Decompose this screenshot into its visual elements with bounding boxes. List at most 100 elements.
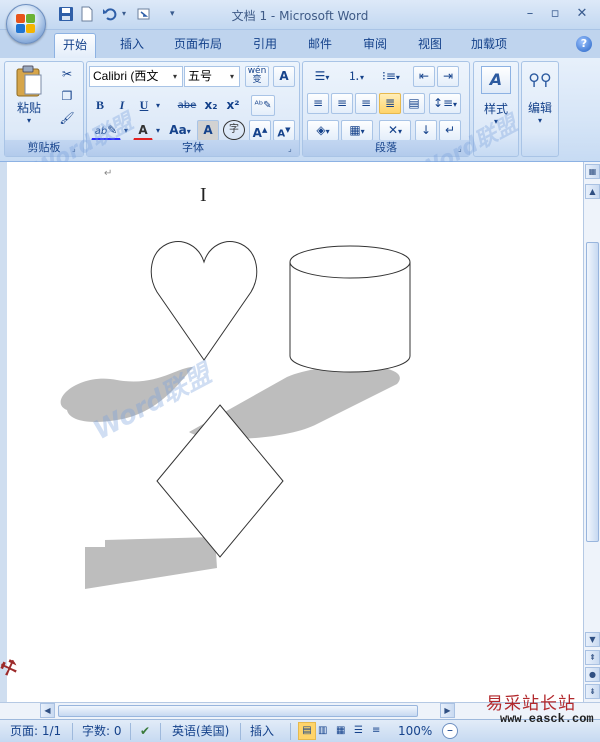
format-painter-icon[interactable]: 🖌 bbox=[57, 108, 77, 129]
scroll-left-icon[interactable]: ◀ bbox=[40, 703, 55, 718]
phonetic-label: wén bbox=[247, 66, 267, 76]
phonetic-guide-button[interactable]: wén 变 bbox=[245, 66, 269, 87]
zoom-level[interactable]: 100% bbox=[398, 720, 432, 742]
increase-indent-icon[interactable]: ⇥ bbox=[437, 66, 459, 87]
title-bar: ▾ ▾ 文档 1 - Microsoft Word – ▫ ✕ bbox=[0, 0, 600, 30]
font-color-button[interactable]: A bbox=[133, 120, 153, 141]
paragraph-launcher-icon[interactable]: ⌟ bbox=[458, 145, 467, 154]
prev-page-icon[interactable]: ⇞ bbox=[585, 650, 600, 665]
styles-icon: A bbox=[481, 66, 511, 94]
char-shading-button[interactable]: A bbox=[197, 120, 219, 141]
numbering-icon[interactable]: ⒈▾ bbox=[341, 66, 371, 87]
close-button[interactable]: ✕ bbox=[572, 5, 592, 23]
outline-icon[interactable]: ☰ bbox=[354, 720, 363, 742]
show-marks-icon[interactable]: ↵ bbox=[439, 120, 461, 141]
align-center-icon[interactable]: ≡ bbox=[331, 93, 353, 114]
language-indicator[interactable]: 英语(美国) bbox=[172, 720, 229, 742]
sort-icon[interactable]: ↓ bbox=[415, 120, 437, 141]
line-spacing-icon[interactable]: ↕≡▾ bbox=[429, 93, 461, 114]
enclose-char-button[interactable]: 字 bbox=[223, 120, 245, 140]
page-count[interactable]: 页面: 1/1 bbox=[10, 720, 61, 742]
office-button[interactable] bbox=[6, 4, 46, 44]
align-left-icon[interactable]: ≡ bbox=[307, 93, 329, 114]
tab-insert[interactable]: 插入 bbox=[112, 33, 152, 58]
font-size-combo[interactable]: 五号 ▾ bbox=[184, 66, 240, 87]
bullets-icon[interactable]: ☰▾ bbox=[307, 66, 337, 87]
print-layout-icon[interactable]: ▤ bbox=[298, 722, 316, 740]
word-count[interactable]: 字数: 0 bbox=[82, 720, 122, 742]
justify-icon[interactable]: ≣ bbox=[379, 93, 401, 114]
proofing-icon[interactable]: ✔ bbox=[140, 720, 150, 742]
next-page-icon[interactable]: ⇟ bbox=[585, 684, 600, 699]
underline-button[interactable]: U bbox=[135, 95, 153, 116]
subscript-button[interactable]: x₂ bbox=[201, 95, 221, 116]
binoculars-icon: ⚲⚲ bbox=[528, 70, 552, 89]
zoom-out-icon[interactable]: – bbox=[442, 723, 458, 739]
select-browse-icon[interactable]: ● bbox=[585, 667, 600, 682]
chinese-layout-icon[interactable]: ✕▾ bbox=[379, 120, 411, 141]
web-layout-icon[interactable]: ▦ bbox=[336, 720, 345, 742]
heart-shape[interactable] bbox=[150, 241, 258, 361]
insert-mode[interactable]: 插入 bbox=[250, 720, 274, 742]
multilevel-list-icon[interactable]: ⁝≡▾ bbox=[375, 66, 407, 87]
tab-view[interactable]: 视图 bbox=[410, 33, 450, 58]
scroll-right-icon[interactable]: ▶ bbox=[440, 703, 455, 718]
superscript-button[interactable]: x² bbox=[223, 95, 243, 116]
scroll-up-icon[interactable]: ▲ bbox=[585, 184, 600, 199]
paragraph-group-label: 段落 bbox=[303, 140, 469, 156]
tab-review[interactable]: 审阅 bbox=[355, 33, 395, 58]
cylinder-shape[interactable] bbox=[289, 245, 411, 373]
diamond-shadow bbox=[85, 537, 217, 589]
scroll-down-icon[interactable]: ▼ bbox=[585, 632, 600, 647]
shrink-font-button[interactable]: A▼ bbox=[273, 120, 295, 141]
font-size-value: 五号 bbox=[188, 69, 213, 83]
change-case-button[interactable]: Aa▾ bbox=[165, 120, 195, 141]
horizontal-scroll-thumb[interactable] bbox=[58, 705, 418, 717]
highlight-dropdown-icon[interactable]: ▾ bbox=[121, 120, 131, 141]
restore-button[interactable]: ▫ bbox=[545, 5, 565, 23]
site-url: www.easck.com bbox=[500, 712, 594, 726]
clipboard-launcher-icon[interactable]: ⌟ bbox=[72, 145, 81, 154]
font-launcher-icon[interactable]: ⌟ bbox=[288, 145, 297, 154]
help-icon[interactable]: ? bbox=[576, 36, 592, 52]
paste-label: 粘贴 bbox=[16, 101, 41, 115]
tab-mailings[interactable]: 邮件 bbox=[300, 33, 340, 58]
clear-format-icon[interactable]: ᴬᵇ✎ bbox=[251, 95, 275, 116]
font-name-combo[interactable]: Calibri (西文 ▾ bbox=[89, 66, 183, 87]
full-screen-reading-icon[interactable]: ▥ bbox=[318, 720, 327, 742]
italic-button[interactable]: I bbox=[113, 95, 131, 116]
editing-label: 编辑 bbox=[527, 101, 552, 115]
strikethrough-button[interactable]: abe bbox=[175, 95, 199, 116]
change-case-label: Aa bbox=[169, 123, 187, 137]
cut-icon[interactable]: ✂ bbox=[57, 64, 77, 85]
paste-button[interactable]: 粘贴 ▾ bbox=[11, 64, 47, 128]
minimize-button[interactable]: – bbox=[520, 5, 540, 23]
char-border-button[interactable]: A bbox=[273, 66, 295, 87]
borders-icon[interactable]: ▦▾ bbox=[341, 120, 373, 141]
tab-page-layout[interactable]: 页面布局 bbox=[166, 33, 230, 58]
font-group: Calibri (西文 ▾ 五号 ▾ wén 变 A B I U ▾ abe x₂… bbox=[86, 61, 300, 157]
tab-home[interactable]: 开始 bbox=[54, 33, 97, 58]
copy-icon[interactable]: ❐ bbox=[57, 86, 77, 107]
highlight-color-button[interactable]: ab✎ bbox=[91, 120, 121, 141]
shading-icon[interactable]: ◈▾ bbox=[307, 120, 339, 141]
decrease-indent-icon[interactable]: ⇤ bbox=[413, 66, 435, 87]
draft-icon[interactable]: ≡ bbox=[372, 720, 380, 742]
bold-button[interactable]: B bbox=[91, 95, 109, 116]
tab-references[interactable]: 引用 bbox=[245, 33, 285, 58]
vertical-scroll-thumb[interactable] bbox=[586, 242, 599, 542]
styles-button[interactable]: A 样式 ▾ bbox=[478, 66, 514, 126]
shapes-layer bbox=[60, 241, 411, 589]
grow-font-button[interactable]: A▲ bbox=[249, 120, 271, 141]
vertical-scrollbar[interactable]: ▦ ▲ ▼ ⇞ ● ⇟ bbox=[583, 162, 600, 702]
align-right-icon[interactable]: ≡ bbox=[355, 93, 377, 114]
ruler-toggle-icon[interactable]: ▦ bbox=[585, 164, 600, 179]
grow-font-label: A bbox=[252, 126, 262, 140]
distributed-icon[interactable]: ▤ bbox=[403, 93, 425, 114]
font-group-label: 字体 bbox=[87, 140, 299, 156]
editing-button[interactable]: ⚲⚲ 编辑 ▾ bbox=[524, 66, 556, 126]
underline-dropdown-icon[interactable]: ▾ bbox=[153, 95, 163, 116]
font-color-dropdown-icon[interactable]: ▾ bbox=[153, 120, 163, 141]
tab-addins[interactable]: 加载项 bbox=[463, 33, 515, 58]
document-canvas[interactable]: ↵ I Word联盟 bbox=[0, 162, 583, 702]
